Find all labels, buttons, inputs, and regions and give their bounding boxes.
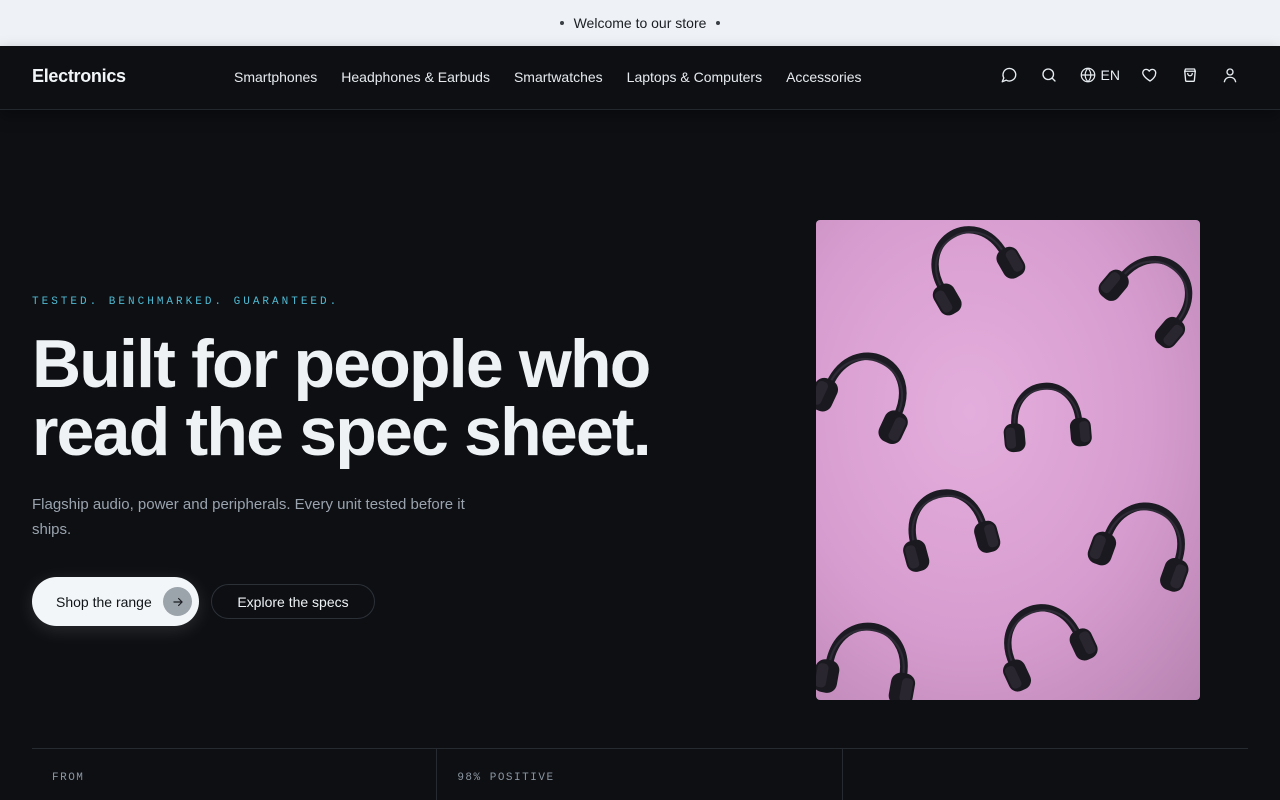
announcement-text: Welcome to our store [573, 15, 707, 31]
announcement-bar: Welcome to our store [0, 0, 1280, 46]
language-label: EN [1100, 67, 1120, 83]
explore-specs-button[interactable]: Explore the specs [211, 584, 375, 619]
header-tools: EN [999, 65, 1240, 85]
language-selector[interactable]: EN [1079, 66, 1120, 84]
stat-cell [843, 749, 1248, 800]
bullet-dot [716, 21, 721, 25]
main-nav: Smartphones Headphones & Earbuds Smartwa… [234, 69, 862, 85]
nav-headphones[interactable]: Headphones & Earbuds [341, 69, 490, 85]
cart-icon[interactable] [1180, 65, 1200, 85]
arrow-right-icon [163, 587, 192, 616]
stat-label: 98% POSITIVE [457, 772, 555, 784]
headline-line-2: read the spec sheet. [32, 394, 652, 470]
stat-label: FROM [52, 772, 85, 784]
globe-icon [1080, 67, 1095, 83]
headline-line-1: Built for people who [32, 326, 651, 402]
hero-headline: Built for people who read the spec sheet… [32, 330, 752, 466]
site-header: Electronics Smartphones Headphones & Ear… [0, 46, 1280, 110]
bullet-dot [559, 21, 564, 25]
hero-eyebrow: TESTED. BENCHMARKED. GUARANTEED. [32, 296, 340, 308]
chat-icon[interactable] [999, 65, 1019, 85]
nav-smartwatches[interactable]: Smartwatches [514, 69, 603, 85]
hero-image [816, 220, 1200, 700]
hero-subtext: Flagship audio, power and peripherals. E… [32, 496, 465, 538]
nav-accessories[interactable]: Accessories [786, 69, 861, 85]
search-icon[interactable] [1039, 65, 1059, 85]
shop-range-label: Shop the range [56, 593, 152, 610]
logo[interactable]: Electronics [32, 66, 126, 87]
stat-cell: FROM [32, 749, 438, 800]
nav-laptops[interactable]: Laptops & Computers [627, 69, 762, 85]
user-icon[interactable] [1220, 65, 1240, 85]
nav-smartphones[interactable]: Smartphones [234, 69, 317, 85]
headphones-illustration [816, 220, 1200, 700]
shop-range-button[interactable]: Shop the range [32, 577, 199, 626]
stats-strip: FROM 98% POSITIVE [32, 748, 1248, 800]
stat-cell: 98% POSITIVE [437, 749, 843, 800]
heart-icon[interactable] [1140, 65, 1160, 85]
